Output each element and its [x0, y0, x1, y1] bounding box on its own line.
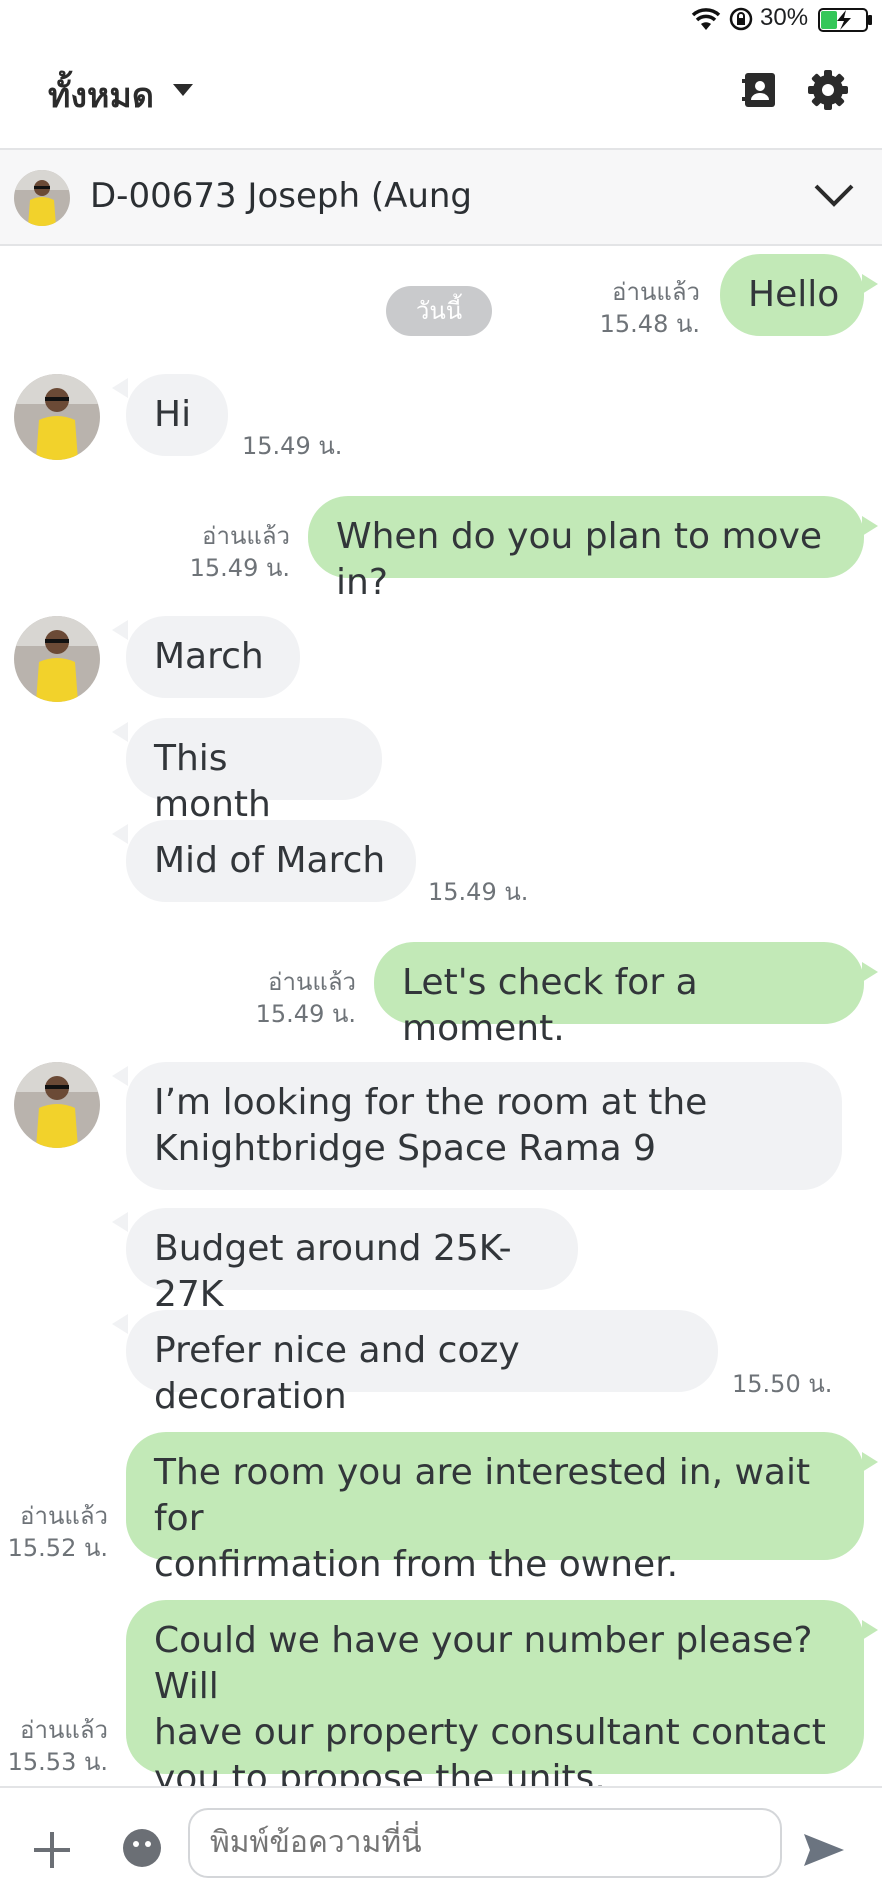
message-meta: อ่านแล้ว 15.49 น.: [216, 966, 356, 1030]
contact-name: D-00673 Joseph (Aung: [90, 176, 473, 216]
message-text-line: I’m looking for the room at the: [154, 1082, 708, 1123]
message-text: Hi: [154, 394, 192, 435]
incoming-message-bubble[interactable]: Hi: [126, 374, 228, 456]
bubble-tail: [112, 620, 128, 640]
message-meta: อ่านแล้ว 15.48 น.: [560, 276, 700, 340]
message-text: This month: [154, 738, 271, 825]
contact-avatar: [14, 170, 70, 226]
message-text-line: have our property consultant contact: [154, 1712, 826, 1753]
message-text: Prefer nice and cozy decoration: [154, 1330, 520, 1417]
sender-avatar[interactable]: [14, 1062, 100, 1148]
battery-charging-icon: [818, 8, 872, 32]
incoming-message-bubble[interactable]: March: [126, 616, 300, 698]
plus-icon[interactable]: [32, 1830, 72, 1870]
message-time: 15.48 น.: [599, 310, 700, 338]
composer-bar: [0, 1786, 882, 1878]
emoji-icon[interactable]: [122, 1828, 162, 1868]
bubble-tail: [112, 722, 128, 742]
read-receipt: อ่านแล้ว: [268, 968, 356, 996]
message-input[interactable]: [188, 1808, 782, 1878]
bubble-tail: [112, 1066, 128, 1086]
read-receipt: อ่านแล้ว: [202, 522, 290, 550]
bubble-tail: [112, 378, 128, 398]
app-header: ทั้งหมด: [0, 40, 882, 150]
bubble-tail: [862, 274, 878, 294]
outgoing-message-bubble[interactable]: The room you are interested in, wait for…: [126, 1432, 864, 1585]
date-separator: วันนี้: [386, 286, 492, 336]
incoming-message-bubble[interactable]: Prefer nice and cozy decoration: [126, 1310, 718, 1417]
gear-icon[interactable]: [806, 68, 850, 112]
message-meta: อ่านแล้ว 15.49 น.: [150, 520, 290, 584]
bubble-tail: [112, 824, 128, 844]
status-bar: 30%: [0, 0, 882, 40]
read-receipt: อ่านแล้ว: [20, 1716, 108, 1744]
sender-avatar[interactable]: [14, 374, 100, 460]
wifi-icon: [691, 8, 721, 30]
incoming-message-bubble[interactable]: Mid of March: [126, 820, 416, 902]
message-text: March: [154, 636, 264, 677]
send-icon[interactable]: [802, 1830, 846, 1870]
message-time: 15.53 น.: [7, 1748, 108, 1776]
outgoing-message-bubble[interactable]: When do you plan to move in?: [308, 496, 864, 603]
message-meta: อ่านแล้ว 15.53 น.: [2, 1714, 108, 1778]
outgoing-message-bubble[interactable]: Hello: [720, 254, 864, 336]
bubble-tail: [862, 1452, 878, 1472]
incoming-message-bubble[interactable]: I’m looking for the room at the Knightbr…: [126, 1062, 842, 1190]
conversation-selector[interactable]: D-00673 Joseph (Aung: [0, 150, 882, 246]
message-text: Let's check for a moment.: [402, 962, 698, 1049]
bubble-tail: [862, 962, 878, 982]
read-receipt: อ่านแล้ว: [20, 1502, 108, 1530]
rotation-lock-icon: [729, 7, 753, 31]
outgoing-message-bubble[interactable]: Let's check for a moment.: [374, 942, 864, 1049]
caret-down-icon[interactable]: [172, 82, 194, 98]
message-meta: อ่านแล้ว 15.52 น.: [2, 1500, 108, 1564]
message-text-line: confirmation from the owner.: [154, 1544, 679, 1585]
incoming-message-bubble[interactable]: This month: [126, 718, 382, 825]
message-time: 15.49 น.: [242, 432, 343, 460]
message-text: Mid of March: [154, 840, 386, 881]
message-time: 15.49 น.: [255, 1000, 356, 1028]
sender-avatar[interactable]: [14, 616, 100, 702]
message-time: 15.49 น.: [189, 554, 290, 582]
message-text: When do you plan to move in?: [336, 516, 823, 603]
bubble-tail: [862, 1620, 878, 1640]
bubble-tail: [862, 516, 878, 536]
incoming-message-bubble[interactable]: Budget around 25K-27K: [126, 1208, 578, 1315]
message-time: 15.49 น.: [428, 878, 529, 906]
message-text-line: Knightbridge Space Rama 9: [154, 1128, 657, 1169]
contact-card-icon[interactable]: [740, 70, 780, 110]
chevron-down-icon[interactable]: [812, 180, 856, 212]
message-time: 15.50 น.: [732, 1370, 833, 1398]
message-text-line: The room you are interested in, wait for: [154, 1452, 811, 1539]
message-text: Hello: [748, 274, 840, 315]
outgoing-message-bubble[interactable]: Could we have your number please? Will h…: [126, 1600, 864, 1799]
message-time: 15.52 น.: [7, 1534, 108, 1562]
bubble-tail: [112, 1314, 128, 1334]
read-receipt: อ่านแล้ว: [612, 278, 700, 306]
filter-dropdown-label[interactable]: ทั้งหมด: [48, 68, 154, 122]
battery-percent: 30%: [760, 4, 809, 31]
bubble-tail: [112, 1212, 128, 1232]
message-text-line: Could we have your number please? Will: [154, 1620, 813, 1707]
message-text: Budget around 25K-27K: [154, 1228, 512, 1315]
message-list[interactable]: วันนี้ อ่านแล้ว 15.48 น. Hello Hi 15.49 …: [0, 246, 882, 1799]
